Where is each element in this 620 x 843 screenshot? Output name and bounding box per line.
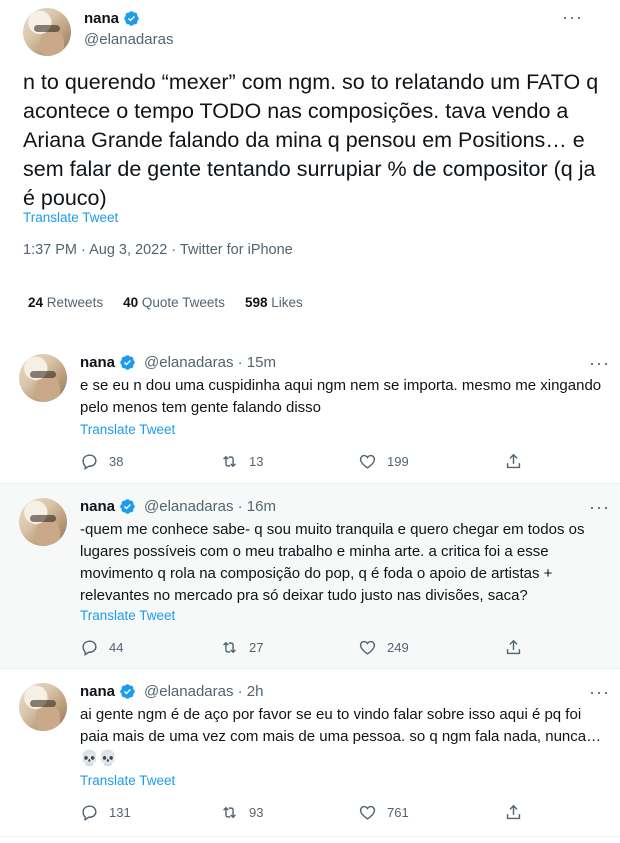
share-button[interactable]	[504, 452, 523, 471]
share-icon	[506, 639, 521, 655]
reply-button[interactable]: 38	[80, 452, 123, 471]
author-name[interactable]: nana	[80, 683, 115, 700]
like-button[interactable]: 761	[358, 803, 409, 822]
reply-icon	[82, 640, 97, 656]
avatar[interactable]	[23, 8, 71, 56]
verified-badge-icon	[124, 11, 139, 26]
heart-icon	[359, 640, 376, 655]
author-name[interactable]: nana	[80, 498, 115, 515]
quote-tweets-stat[interactable]: 40 Quote Tweets	[123, 295, 225, 310]
more-options-icon[interactable]: ···	[589, 683, 610, 701]
divider	[0, 836, 620, 837]
reply-count: 131	[109, 805, 131, 820]
share-icon	[506, 453, 521, 469]
likes-stat[interactable]: 598 Likes	[245, 295, 303, 310]
tweet-text: -quem me conhece sabe- q sou muito tranq…	[80, 521, 585, 604]
reply-button[interactable]: 44	[80, 638, 123, 657]
like-button[interactable]: 199	[358, 452, 409, 471]
author-name[interactable]: nana	[80, 354, 115, 371]
like-count: 199	[387, 454, 409, 469]
author-name[interactable]: nana	[84, 10, 140, 27]
retweet-icon	[223, 806, 236, 819]
reply-header: nana @elanadaras · 15m	[80, 354, 276, 371]
translate-tweet-link[interactable]: Translate Tweet	[80, 773, 175, 788]
translate-tweet-link[interactable]: Translate Tweet	[23, 210, 118, 225]
author-handle[interactable]: @elanadaras	[84, 31, 173, 48]
retweet-button[interactable]: 27	[220, 638, 263, 657]
tweet-text: n to querendo “mexer” com ngm. so to rel…	[23, 70, 599, 210]
author-handle-time[interactable]: @elanadaras · 15m	[144, 354, 276, 371]
reply-header: nana @elanadaras · 16m	[80, 498, 276, 515]
translate-tweet-link[interactable]: Translate Tweet	[80, 608, 175, 623]
translate-tweet-link[interactable]: Translate Tweet	[80, 422, 175, 437]
more-options-icon[interactable]: ···	[589, 498, 610, 516]
tweet-actions: 38 13 199	[80, 452, 530, 474]
retweet-button[interactable]: 13	[220, 452, 263, 471]
like-button[interactable]: 249	[358, 638, 409, 657]
retweet-button[interactable]: 93	[220, 803, 263, 822]
verified-badge-icon	[120, 684, 135, 699]
author-name-text[interactable]: nana	[84, 10, 119, 27]
reply-count: 38	[109, 454, 124, 469]
retweet-count: 93	[249, 805, 264, 820]
tweet-actions: 44 27 249	[80, 638, 530, 660]
verified-badge-icon	[120, 355, 135, 370]
retweets-stat[interactable]: 24 Retweets	[28, 295, 103, 310]
tweet-stats: 24 Retweets 40 Quote Tweets 598 Likes	[28, 295, 303, 310]
reply-header: nana @elanadaras · 2h	[80, 683, 263, 700]
reply-tweet[interactable]: nana @elanadaras · 16m ··· -quem me conh…	[0, 484, 620, 668]
like-count: 249	[387, 640, 409, 655]
reply-button[interactable]: 131	[80, 803, 131, 822]
avatar[interactable]	[19, 354, 67, 402]
reply-tweet[interactable]: nana @elanadaras · 15m ··· e se eu n dou…	[0, 340, 620, 482]
reply-tweet[interactable]: nana @elanadaras · 2h ··· ai gente ngm é…	[0, 669, 620, 837]
like-count: 761	[387, 805, 409, 820]
share-button[interactable]	[504, 638, 523, 657]
tweet-meta[interactable]: 1:37 PM · Aug 3, 2022 · Twitter for iPho…	[23, 242, 293, 258]
reply-icon	[82, 454, 97, 470]
heart-icon	[359, 454, 376, 469]
tweet-text: ai gente ngm é de aço por favor se eu to…	[80, 706, 602, 767]
retweet-icon	[223, 641, 236, 654]
reply-count: 44	[109, 640, 124, 655]
main-tweet: nana @elanadaras ··· n to querendo “mexe…	[0, 0, 620, 322]
share-icon	[506, 804, 521, 820]
retweet-icon	[223, 455, 236, 468]
avatar[interactable]	[19, 683, 67, 731]
author-handle-time[interactable]: @elanadaras · 2h	[144, 683, 263, 700]
more-options-icon[interactable]: ···	[589, 354, 610, 372]
tweet-text: e se eu n dou uma cuspidinha aqui ngm ne…	[80, 377, 602, 416]
author-handle-time[interactable]: @elanadaras · 16m	[144, 498, 276, 515]
retweet-count: 13	[249, 454, 264, 469]
retweet-count: 27	[249, 640, 264, 655]
reply-icon	[82, 805, 97, 821]
share-button[interactable]	[504, 803, 523, 822]
more-options-icon[interactable]: ···	[562, 8, 583, 26]
tweet-actions: 131 93 761	[80, 803, 530, 825]
verified-badge-icon	[120, 499, 135, 514]
avatar[interactable]	[19, 498, 67, 546]
heart-icon	[359, 805, 376, 820]
